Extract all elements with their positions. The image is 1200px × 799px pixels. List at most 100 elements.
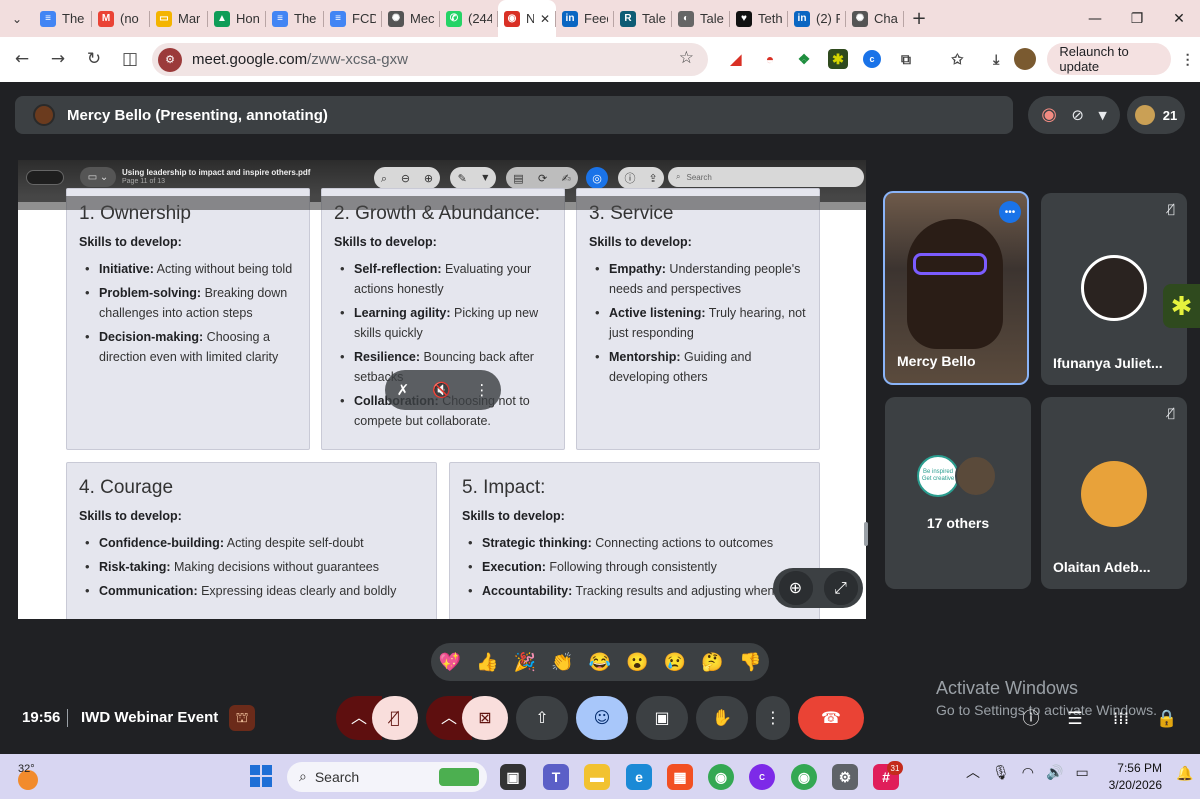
bookmark-star-icon[interactable]: ☆ <box>679 50 694 67</box>
browser-tab[interactable]: ♥ Teth <box>730 0 788 37</box>
blue-extension-icon[interactable]: c <box>858 45 886 73</box>
download-icon[interactable]: ⤓ <box>984 45 1009 73</box>
pdf-title: Using leadership to impact and inspire o… <box>122 168 311 177</box>
reload-button[interactable]: ↻ <box>76 42 112 78</box>
reading-list-icon[interactable]: ✩ <box>945 45 970 73</box>
present-button[interactable]: ⇧ <box>516 696 568 740</box>
relaunch-button[interactable]: Relaunch to update <box>1047 43 1172 75</box>
leave-call-button[interactable]: ☎ <box>798 696 864 740</box>
new-tab-button[interactable]: + <box>904 8 934 29</box>
store-icon[interactable]: ▦ <box>667 764 693 790</box>
captions-button[interactable]: ▣ <box>636 696 688 740</box>
zoom-in-icon: ⊕ <box>778 571 813 605</box>
wifi-icon[interactable]: ◠ <box>1022 766 1034 780</box>
rotate-icon: ⟳ <box>537 171 548 185</box>
participant-name: Olaitan Adeb... <box>1053 559 1151 575</box>
canva-icon[interactable]: C <box>749 764 775 790</box>
browser-tab[interactable]: in (2) F <box>788 0 846 37</box>
browser-tab[interactable]: ▭ Mar <box>150 0 208 37</box>
fullscreen-button[interactable]: ⤢ <box>823 571 858 605</box>
back-button[interactable]: ← <box>4 42 40 78</box>
skill-term: Empathy: <box>609 262 666 276</box>
arrow-right-icon: → <box>50 49 66 69</box>
unpin-icon[interactable]: ✗ <box>397 382 410 398</box>
start-button[interactable] <box>250 765 272 787</box>
notification-bell-icon[interactable]: 🔔 <box>1176 767 1193 781</box>
participant-tile[interactable]: 🎙̸ Olaitan Adeb... <box>1041 397 1187 589</box>
tab-search-button[interactable]: ⌄ <box>0 0 34 37</box>
microphone-button[interactable]: 🎙̸ <box>372 696 418 740</box>
reactions-button[interactable]: ☺ <box>576 696 628 740</box>
side-panel-extension-icon[interactable]: ✱ <box>1163 284 1200 328</box>
reaction-emoji[interactable]: 👏 <box>551 652 573 673</box>
green-extension-icon[interactable]: ❖ <box>790 45 818 73</box>
reaction-emoji[interactable]: 🤔 <box>701 652 723 673</box>
mute-icon[interactable]: 🔇 <box>432 382 451 398</box>
forward-button[interactable]: → <box>40 42 76 78</box>
browser-tab[interactable]: ✺ Cha <box>846 0 904 37</box>
captions-off-icon[interactable]: ⊘ <box>1071 107 1084 123</box>
chevron-up-icon[interactable]: ︿ <box>966 766 980 780</box>
settings-icon[interactable]: ⚙ <box>832 764 858 790</box>
participants-button[interactable]: 21 <box>1127 96 1185 134</box>
meeting-details-button[interactable]: ⓘ <box>1016 706 1046 732</box>
chevron-down-icon[interactable]: ▼ <box>1098 110 1106 121</box>
skill-item: Learning agility: Picking up new skills … <box>334 303 552 343</box>
profile-button[interactable] <box>1013 45 1038 73</box>
reaction-emoji[interactable]: 🎉 <box>514 652 536 673</box>
raise-hand-button[interactable]: ✋ <box>696 696 748 740</box>
reaction-emoji[interactable]: 😂 <box>589 652 611 673</box>
puzzle-extensions-icon[interactable]: ⧉ <box>892 45 920 73</box>
menu-dots-icon[interactable]: ⋮ <box>1175 45 1200 73</box>
chrome-icon[interactable]: ◉ <box>708 764 734 790</box>
site-info-button[interactable]: ⚙ <box>158 47 182 72</box>
activities-button[interactable]: ⁞⁞⁞ <box>1106 706 1136 732</box>
volume-icon[interactable]: 🔊 <box>1046 766 1063 780</box>
address-bar[interactable]: ⚙ meet.google.com/zww-xcsa-gxw ☆ <box>152 43 708 76</box>
reaction-emoji[interactable]: 💖 <box>439 652 461 673</box>
edge-icon[interactable]: e <box>626 764 652 790</box>
reaction-emoji[interactable]: 👎 <box>739 652 761 673</box>
chrome-profile-icon[interactable]: ◉ <box>791 764 817 790</box>
windows-logo-icon <box>250 777 260 787</box>
pokeball-extension-icon[interactable]: ◓ <box>756 45 784 73</box>
recording-icon[interactable]: ◉ <box>1041 106 1057 124</box>
asterisk-extension-icon[interactable]: ✱ <box>828 49 848 69</box>
browser-tab[interactable]: M (no <box>92 0 150 37</box>
taskbar-search[interactable]: ⌕ Search <box>287 762 487 792</box>
chat-button[interactable]: ☰ <box>1060 706 1090 732</box>
microphone-icon[interactable]: 🎙 <box>992 766 1010 780</box>
close-window-button[interactable]: ✕ <box>1158 0 1200 37</box>
browser-tab[interactable]: ≡ FCD <box>324 0 382 37</box>
minimize-button[interactable]: — <box>1074 0 1116 37</box>
close-tab-icon[interactable]: ✕ <box>540 13 550 25</box>
browser-tab[interactable]: R Tale <box>614 0 672 37</box>
host-controls-button[interactable]: 🔒 <box>1152 706 1182 732</box>
browser-tab[interactable]: in Feed <box>556 0 614 37</box>
camera-button[interactable]: ⊠ <box>462 696 508 740</box>
reaction-emoji[interactable]: 😢 <box>664 652 686 673</box>
browser-tab[interactable]: ✺ Mec <box>382 0 440 37</box>
zoom-button[interactable]: ⊕ <box>778 571 813 605</box>
pdf-extension-icon[interactable]: ◢ <box>722 45 750 73</box>
battery-icon[interactable]: ▭ <box>1075 766 1088 780</box>
more-options-button[interactable]: ⋮ <box>756 696 790 740</box>
reaction-emoji[interactable]: 👍 <box>476 652 498 673</box>
split-view-button[interactable]: ◫ <box>112 42 148 78</box>
resize-handle[interactable] <box>864 522 868 546</box>
participant-tile-speaker[interactable]: ••• Mercy Bello <box>883 191 1029 385</box>
file-explorer-icon[interactable]: ▬ <box>584 764 610 790</box>
browser-tab[interactable]: ≡ The <box>34 0 92 37</box>
browser-tab[interactable]: ▲ Hon <box>208 0 266 37</box>
browser-tab[interactable]: ≡ The <box>266 0 324 37</box>
maximize-button[interactable]: ❐ <box>1116 0 1158 37</box>
browser-tab[interactable]: ◐ Tale <box>672 0 730 37</box>
teams-icon[interactable]: T <box>543 764 569 790</box>
browser-tab[interactable]: ✆ (244 <box>440 0 498 37</box>
task-view-icon[interactable]: ▣ <box>500 764 526 790</box>
others-tile[interactable]: Be inspired Get creative 17 others <box>885 397 1031 589</box>
browser-tab[interactable]: ◉ N ✕ <box>498 0 556 37</box>
more-options-icon[interactable]: ⋮ <box>474 382 489 398</box>
reaction-emoji[interactable]: 😮 <box>626 652 648 673</box>
meeting-info-icon[interactable]: ⛫ <box>229 705 255 731</box>
